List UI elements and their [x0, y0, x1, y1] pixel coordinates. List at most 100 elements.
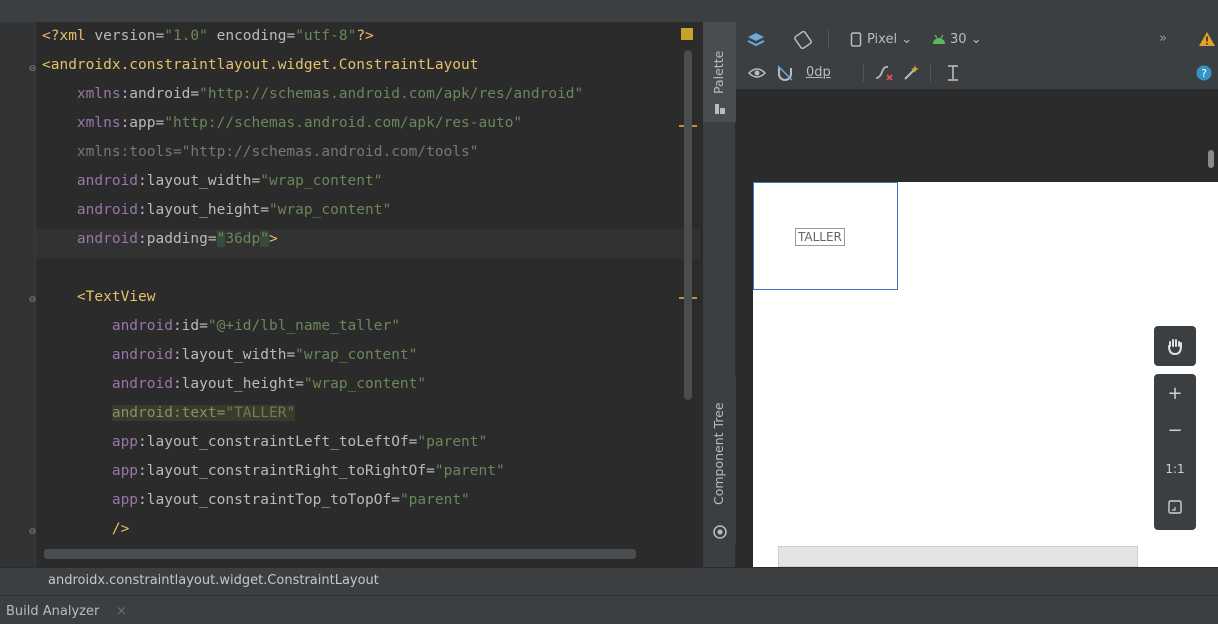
guidelines-icon[interactable] — [946, 64, 960, 82]
api-level-selector[interactable]: 30 ⌄ — [950, 31, 982, 49]
zoom-in-button[interactable]: + — [1154, 381, 1196, 407]
fold-end-icon[interactable]: ⊖ — [28, 527, 37, 538]
toolbar-overflow-button[interactable]: » — [1159, 30, 1167, 48]
device-selector[interactable]: Pixel ⌄ — [867, 31, 912, 49]
code-line[interactable]: xmlns:tools="http://schemas.android.com/… — [42, 138, 479, 167]
tab-component-tree-label: Component Tree — [711, 402, 726, 505]
zoom-to-fit-icon[interactable] — [1168, 500, 1182, 514]
close-icon[interactable]: × — [116, 604, 127, 619]
android-studio-window: ⊖ ⊖ ⊖ <?xml version="1.0" encoding="utf-… — [0, 0, 1218, 624]
chevron-down-icon: ⌄ — [970, 32, 982, 47]
code-line[interactable]: android:layout_height="wrap_content" — [42, 196, 391, 225]
code-token: version= — [94, 28, 165, 44]
code-line[interactable]: <?xml version="1.0" encoding="utf-8"?> — [42, 22, 374, 51]
editor-vertical-scrollbar[interactable] — [684, 50, 692, 400]
code-token: app — [111, 492, 139, 508]
device-name: Pixel — [867, 32, 898, 47]
eye-icon[interactable] — [748, 66, 766, 80]
fold-marker-icon[interactable]: ⊖ — [28, 295, 37, 306]
pan-tool-panel — [1154, 326, 1196, 366]
component-tree-icon — [713, 525, 727, 539]
textview-preview[interactable]: TALLER — [795, 228, 845, 246]
pan-hand-icon[interactable] — [1166, 337, 1184, 355]
orientation-icon[interactable] — [792, 30, 814, 50]
code-token: "1.0" — [164, 28, 208, 44]
code-token: android — [76, 202, 139, 218]
preview-horizontal-scrollbar[interactable] — [778, 546, 1138, 567]
code-token: android:text= — [111, 405, 226, 421]
layers-icon[interactable] — [746, 31, 766, 49]
code-line[interactable]: <TextView — [42, 283, 156, 312]
warning-icon[interactable] — [1198, 31, 1216, 47]
code-line[interactable]: xmlns:app="http://schemas.android.com/ap… — [42, 109, 522, 138]
xml-code-editor[interactable]: ⊖ ⊖ ⊖ <?xml version="1.0" encoding="utf-… — [0, 22, 702, 567]
code-line[interactable]: android:text="TALLER" — [42, 399, 296, 428]
editor-gutter: ⊖ ⊖ ⊖ — [0, 22, 36, 567]
code-line[interactable]: android:layout_height="wrap_content" — [42, 370, 426, 399]
tab-build-analyzer[interactable]: Build Analyzer — [6, 604, 99, 619]
code-token: android — [76, 231, 139, 247]
code-token: " — [260, 231, 269, 247]
code-token: "http://schemas.android.com/apk/res/andr… — [199, 86, 584, 102]
canvas-scroll-thumb[interactable] — [1208, 150, 1214, 168]
clear-constraints-icon[interactable] — [874, 64, 894, 82]
android-icon — [933, 34, 945, 44]
zoom-out-button[interactable]: − — [1154, 418, 1196, 444]
code-token: xmlns:tools="http://schemas.android.com/… — [76, 144, 479, 160]
code-line[interactable]: android:layout_width="wrap_content" — [42, 341, 418, 370]
code-line[interactable]: android:layout_width="wrap_content" — [42, 167, 383, 196]
help-icon[interactable]: ? — [1196, 65, 1212, 81]
layout-design-panel: Pixel ⌄ 30 ⌄ » 0dp ? TALLER + − 1:1 — [736, 22, 1218, 567]
zoom-actual-size-button[interactable]: 1:1 — [1154, 456, 1196, 482]
editor-horizontal-scrollbar[interactable] — [44, 549, 636, 559]
tab-palette[interactable]: Palette — [703, 22, 737, 122]
code-token: "http://schemas.android.com/apk/res-auto… — [164, 115, 523, 131]
breadcrumb: androidx.constraintlayout.widget.Constra… — [0, 567, 1218, 595]
fold-marker-icon[interactable]: ⊖ — [28, 64, 37, 75]
design-toolbar-top: Pixel ⌄ 30 ⌄ » — [736, 22, 1218, 56]
code-token: encoding= — [207, 28, 296, 44]
device-phone-icon — [850, 32, 862, 47]
code-token: :layout_height= — [138, 202, 269, 218]
toolbar-separator — [863, 64, 864, 82]
top-bar — [0, 0, 1218, 22]
code-line[interactable]: app:layout_constraintTop_toTopOf="parent… — [42, 486, 470, 515]
code-token: "parent" — [434, 463, 505, 479]
code-token: :layout_constraintLeft_toLeftOf= — [138, 434, 418, 450]
code-token: :padding= — [138, 231, 217, 247]
code-line[interactable]: app:layout_constraintLeft_toLeftOf="pare… — [42, 428, 487, 457]
code-token: android — [111, 376, 173, 392]
api-level: 30 — [950, 32, 967, 47]
code-line[interactable]: /> — [42, 515, 129, 544]
code-token: /> — [111, 521, 130, 537]
code-token: app — [111, 463, 139, 479]
infer-constraints-wand-icon[interactable] — [902, 64, 920, 82]
warning-indicator-icon[interactable] — [681, 28, 693, 40]
code-token: "@+id/lbl_name_taller" — [207, 318, 400, 334]
magnet-off-icon[interactable] — [776, 64, 794, 82]
code-line[interactable]: android:id="@+id/lbl_name_taller" — [42, 312, 400, 341]
tab-component-tree[interactable]: Component Tree — [703, 375, 737, 545]
toolbar-separator — [930, 64, 931, 82]
default-margin-selector[interactable]: 0dp — [806, 64, 831, 82]
code-token: :layout_constraintRight_toRightOf= — [138, 463, 435, 479]
code-line[interactable]: <androidx.constraintlayout.widget.Constr… — [42, 51, 479, 80]
code-token: <TextView — [76, 289, 156, 305]
code-token: ?> — [356, 28, 374, 44]
code-line[interactable]: android:padding="36dp"> — [42, 225, 278, 254]
tab-palette-label: Palette — [711, 50, 726, 94]
code-token: > — [269, 231, 278, 247]
code-line[interactable]: app:layout_constraintRight_toRightOf="pa… — [42, 457, 505, 486]
code-line[interactable]: xmlns:android="http://schemas.android.co… — [42, 80, 583, 109]
code-token: xmlns — [76, 86, 121, 102]
breadcrumb-item[interactable]: androidx.constraintlayout.widget.Constra… — [48, 573, 379, 588]
